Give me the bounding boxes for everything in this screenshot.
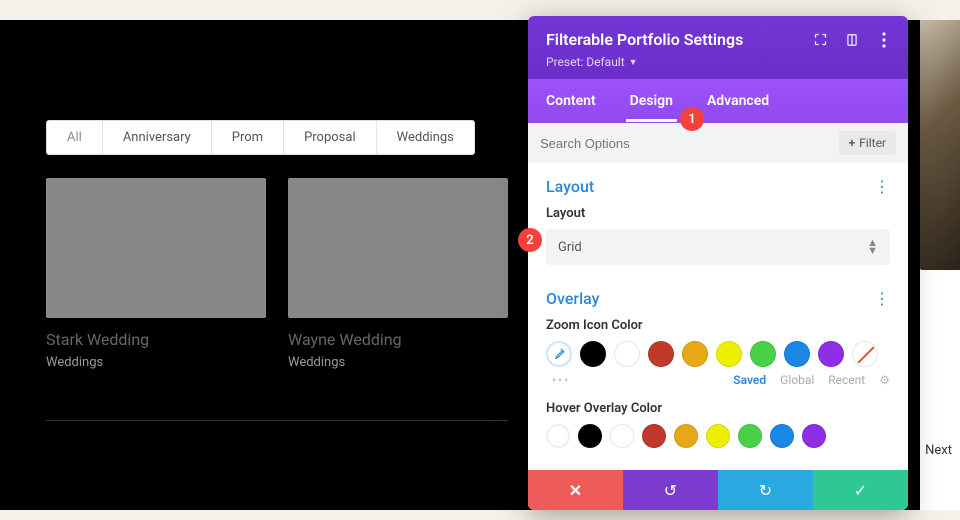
portfolio-category: Weddings — [46, 355, 266, 370]
portfolio-item[interactable]: Stark Wedding Weddings — [46, 178, 266, 370]
expand-icon[interactable] — [812, 32, 828, 48]
filter-all[interactable]: All — [47, 121, 103, 154]
cancel-button[interactable]: ✕ — [528, 470, 623, 510]
right-column — [920, 20, 960, 510]
color-swatch-yellow[interactable] — [716, 341, 742, 367]
swatch-meta-row: ••• Saved Global Recent ⚙ — [546, 373, 890, 387]
filter-weddings[interactable]: Weddings — [377, 121, 474, 154]
section-layout-head: Layout ⋮ — [546, 177, 890, 196]
hover-overlay-color-label: Hover Overlay Color — [546, 401, 890, 416]
select-arrows-icon: ▲▼ — [867, 239, 878, 255]
close-icon: ✕ — [569, 481, 582, 500]
chevron-down-icon: ▼ — [629, 57, 638, 68]
palette-tab-saved[interactable]: Saved — [733, 373, 766, 387]
hover-color-swatches — [546, 424, 890, 448]
panel-body: Layout ⋮ Layout Grid ▲▼ Overlay ⋮ Zoom I… — [528, 163, 908, 470]
portfolio-thumbnail[interactable] — [46, 178, 266, 318]
color-swatch-black[interactable] — [580, 341, 606, 367]
more-dots-icon[interactable]: ••• — [552, 373, 570, 387]
settings-panel: Filterable Portfolio Settings Preset: De… — [528, 16, 908, 510]
color-swatch-orange[interactable] — [682, 341, 708, 367]
filter-anniversary[interactable]: Anniversary — [103, 121, 212, 154]
redo-icon: ↻ — [759, 481, 772, 500]
color-swatch-blue[interactable] — [770, 424, 794, 448]
section-overlay-title[interactable]: Overlay — [546, 289, 600, 308]
undo-icon: ↺ — [664, 481, 677, 500]
color-swatch-yellow[interactable] — [706, 424, 730, 448]
color-swatch-white[interactable] — [610, 424, 634, 448]
tab-design[interactable]: Design — [626, 80, 677, 122]
filter-prom[interactable]: Prom — [212, 121, 284, 154]
next-link[interactable]: Next — [925, 443, 952, 458]
portfolio-filter-bar: All Anniversary Prom Proposal Weddings — [46, 120, 475, 155]
check-icon: ✓ — [854, 481, 867, 500]
color-swatch-current[interactable] — [546, 424, 570, 448]
portfolio-category: Weddings — [288, 355, 508, 370]
color-swatch-black[interactable] — [578, 424, 602, 448]
search-row: + Filter — [528, 123, 908, 163]
gear-icon[interactable]: ⚙ — [879, 373, 890, 387]
layout-select[interactable]: Grid ▲▼ — [546, 229, 890, 265]
next-item-thumbnail[interactable] — [920, 20, 960, 270]
color-swatch-green[interactable] — [750, 341, 776, 367]
color-swatch-white[interactable] — [614, 341, 640, 367]
eyedropper-button[interactable] — [546, 341, 572, 367]
color-swatch-blue[interactable] — [784, 341, 810, 367]
annotation-2: 2 — [518, 228, 542, 252]
tab-content[interactable]: Content — [542, 80, 600, 122]
panel-tabs: Content Design Advanced — [528, 79, 908, 123]
section-layout-menu-icon[interactable]: ⋮ — [874, 177, 890, 196]
section-layout-title[interactable]: Layout — [546, 177, 594, 196]
portfolio-title: Wayne Wedding — [288, 330, 508, 349]
color-swatch-green[interactable] — [738, 424, 762, 448]
undo-button[interactable]: ↺ — [623, 470, 718, 510]
tab-advanced[interactable]: Advanced — [703, 80, 773, 122]
filter-proposal[interactable]: Proposal — [284, 121, 377, 154]
save-button[interactable]: ✓ — [813, 470, 908, 510]
color-swatch-red[interactable] — [648, 341, 674, 367]
section-overlay-head: Overlay ⋮ — [546, 289, 890, 308]
search-input[interactable] — [540, 136, 839, 151]
panel-footer: ✕ ↺ ↻ ✓ — [528, 470, 908, 510]
preset-selector[interactable]: Preset: Default ▼ — [546, 55, 892, 69]
palette-tab-recent[interactable]: Recent — [828, 373, 865, 387]
zoom-color-swatches — [546, 341, 890, 367]
color-swatch-none[interactable] — [852, 341, 878, 367]
preset-label: Preset: Default — [546, 55, 625, 69]
filter-button-label: Filter — [859, 136, 886, 150]
portfolio-thumbnail[interactable] — [288, 178, 508, 318]
panel-header: Filterable Portfolio Settings Preset: De… — [528, 16, 908, 79]
kebab-menu-icon[interactable] — [876, 32, 892, 48]
portfolio-title: Stark Wedding — [46, 330, 266, 349]
section-overlay-menu-icon[interactable]: ⋮ — [874, 289, 890, 308]
panel-title: Filterable Portfolio Settings — [546, 30, 743, 49]
color-swatch-purple[interactable] — [818, 341, 844, 367]
zoom-icon-color-label: Zoom Icon Color — [546, 318, 890, 333]
filter-button[interactable]: + Filter — [839, 131, 896, 155]
portfolio-item[interactable]: Wayne Wedding Weddings — [288, 178, 508, 370]
annotation-1: 1 — [680, 107, 704, 131]
palette-tab-global[interactable]: Global — [780, 373, 814, 387]
color-swatch-orange[interactable] — [674, 424, 698, 448]
section-divider — [46, 420, 508, 421]
color-swatch-purple[interactable] — [802, 424, 826, 448]
color-swatch-red[interactable] — [642, 424, 666, 448]
layout-field-label: Layout — [546, 206, 890, 221]
redo-button[interactable]: ↻ — [718, 470, 813, 510]
layout-select-value: Grid — [558, 240, 582, 255]
docs-icon[interactable] — [844, 32, 860, 48]
